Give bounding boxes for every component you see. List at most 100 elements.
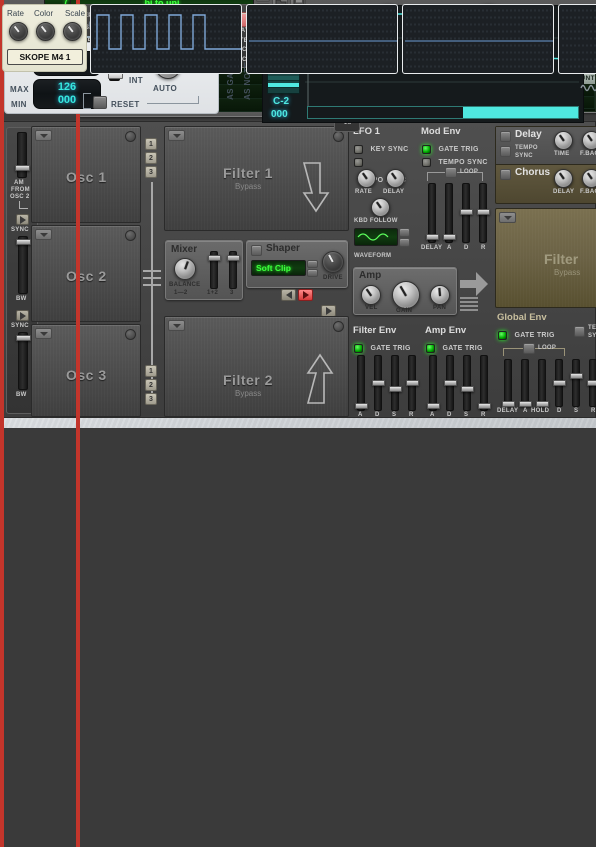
- global-env-release-slider[interactable]: [587, 359, 596, 407]
- scope-progress-bar[interactable]: [307, 106, 579, 119]
- mixer-balance-knob[interactable]: [174, 258, 196, 280]
- route-1-filter2[interactable]: 1: [145, 365, 157, 377]
- mod-env-release-slider[interactable]: [477, 183, 490, 243]
- skope-scope-1[interactable]: [90, 4, 242, 74]
- osc-1-panel[interactable]: Osc 1: [31, 126, 141, 223]
- am-amount-slider[interactable]: [15, 132, 30, 178]
- filter-env-attack-slider[interactable]: [355, 355, 368, 411]
- lfo-waveform-display[interactable]: [354, 228, 398, 246]
- global-env-decay-slider[interactable]: [553, 359, 566, 407]
- reset-button[interactable]: [93, 96, 107, 109]
- skope-rate-knob[interactable]: [9, 22, 28, 41]
- amp-env-title: Amp Env: [425, 325, 467, 336]
- osc2-bw-slider[interactable]: [16, 236, 31, 294]
- osc2-bw-label: BW: [16, 296, 27, 302]
- global-env-loop-label: LOOP: [538, 345, 557, 351]
- mod-env-attack-slider[interactable]: [443, 183, 456, 243]
- shaper-mode-display[interactable]: Soft Clip: [251, 260, 306, 276]
- osc-3-type-dropdown[interactable]: [35, 328, 52, 339]
- lfo-waveform-down-button[interactable]: [399, 238, 410, 247]
- amp-env-decay-slider[interactable]: [444, 355, 457, 411]
- lfo-1-panel: LFO 1 KEY SYNC TEMPO SYNC RATE DELAY KBD…: [353, 126, 415, 247]
- shaper-drive-knob[interactable]: [322, 251, 344, 273]
- chorus-feedback-knob[interactable]: [582, 169, 596, 188]
- osc-2-type-dropdown[interactable]: [35, 229, 52, 240]
- delay-time-knob[interactable]: [554, 131, 573, 150]
- shaper-mode-up-button[interactable]: [307, 260, 318, 268]
- global-env-tempo-sync-toggle[interactable]: [574, 326, 585, 337]
- routing-left-arrow-button[interactable]: [281, 289, 296, 301]
- skope-scope-3[interactable]: [402, 4, 554, 74]
- shaper-mode-value: Soft Clip: [256, 263, 291, 273]
- mod-env-loop-toggle[interactable]: [445, 167, 457, 178]
- osc2-sync-label: SYNC: [11, 227, 29, 233]
- osc2-sync-button[interactable]: [16, 214, 29, 225]
- delay-tempo-sync-toggle[interactable]: [500, 146, 511, 157]
- shaper-enable-toggle[interactable]: [251, 245, 262, 256]
- lfo-kbd-follow-label: KBD FOLLOW: [354, 218, 398, 224]
- osc-2-panel[interactable]: Osc 2: [31, 225, 141, 322]
- mod-env-decay-slider[interactable]: [460, 183, 473, 243]
- route-3-filter2[interactable]: 3: [145, 393, 157, 405]
- filter-env-gate-trig-led: [354, 344, 363, 354]
- routing-right-arrow-button[interactable]: [298, 289, 313, 301]
- route-2-filter2[interactable]: 2: [145, 379, 157, 391]
- shaper-mode-down-button[interactable]: [307, 269, 318, 277]
- filter-env-sustain-slider[interactable]: [389, 355, 402, 411]
- route-3-filter1[interactable]: 3: [145, 166, 157, 178]
- shaper-drive-label: DRIVE: [323, 275, 343, 281]
- amp-gain-knob[interactable]: [392, 281, 420, 309]
- amp-pan-knob[interactable]: [430, 285, 450, 305]
- osc3-sync-label: SYNC: [11, 323, 29, 329]
- lfo-kbd-follow-knob[interactable]: [371, 198, 390, 217]
- osc3-bw-slider[interactable]: [16, 332, 31, 390]
- global-env-delay-slider[interactable]: [502, 359, 515, 407]
- route-1-filter1[interactable]: 1: [145, 138, 157, 150]
- delay-feedback-knob[interactable]: [582, 131, 596, 150]
- skope-color-knob[interactable]: [36, 22, 55, 41]
- filter-3-panel[interactable]: Filter Bypass: [495, 208, 596, 308]
- filter-env-decay-slider[interactable]: [372, 355, 385, 411]
- filter-2-panel[interactable]: Filter 2 Bypass: [164, 316, 349, 417]
- osc-2-screw-icon: [125, 230, 136, 241]
- mod-env-delay-slider[interactable]: [426, 183, 439, 243]
- filter2-input-routing[interactable]: 1 2 3: [145, 365, 157, 405]
- amp-env-attack-slider[interactable]: [427, 355, 440, 411]
- filter-1-type-dropdown[interactable]: [168, 130, 185, 141]
- skope-scale-knob[interactable]: [63, 22, 82, 41]
- mixer-slider-1plus2[interactable]: [208, 251, 221, 289]
- amp-env-gate-trig-led: [426, 344, 435, 354]
- filter-2-type-dropdown[interactable]: [168, 320, 185, 331]
- global-env-loop-toggle[interactable]: [523, 343, 535, 354]
- osc-3-panel[interactable]: Osc 3: [31, 324, 141, 417]
- filter-3-type-dropdown[interactable]: [499, 212, 516, 223]
- global-tempo-label-2: SYNC: [588, 333, 596, 339]
- amp-env-a-label: A: [430, 412, 435, 418]
- filter-env-release-slider[interactable]: [406, 355, 419, 411]
- skope-scope-4[interactable]: [558, 4, 596, 74]
- osc-1-type-dropdown[interactable]: [35, 130, 52, 141]
- delay-enable-toggle[interactable]: [500, 131, 511, 142]
- chorus-enable-toggle[interactable]: [500, 169, 511, 180]
- amp-env-sustain-slider[interactable]: [461, 355, 474, 411]
- filter-1-panel[interactable]: Filter 1 Bypass: [164, 126, 349, 231]
- global-env-attack-slider[interactable]: [519, 359, 532, 407]
- route-2-filter1[interactable]: 2: [145, 152, 157, 164]
- mode-option-int[interactable]: INT: [129, 76, 143, 85]
- global-env-hold-slider[interactable]: [536, 359, 549, 407]
- global-env-sustain-slider[interactable]: [570, 359, 583, 407]
- mixer-slider-3[interactable]: [227, 251, 240, 289]
- mod-env-stage-a-label: A: [447, 245, 452, 251]
- amp-env-release-slider[interactable]: [478, 355, 491, 411]
- filter1-input-routing[interactable]: 1 2 3: [145, 138, 157, 178]
- lfo-delay-knob[interactable]: [386, 169, 405, 188]
- chorus-delay-knob[interactable]: [554, 169, 573, 188]
- osc3-sync-button[interactable]: [16, 310, 29, 321]
- skope-controls-panel: Rate Color Scale SKOPE M4 1: [2, 4, 87, 72]
- skope-wave-1: [93, 14, 241, 50]
- skope-name-field[interactable]: SKOPE M4 1: [7, 49, 83, 65]
- skope-scope-2[interactable]: [246, 4, 398, 74]
- lfo-waveform-up-button[interactable]: [399, 228, 410, 237]
- amp-vel-knob[interactable]: [361, 285, 381, 305]
- lfo-rate-knob[interactable]: [357, 169, 376, 188]
